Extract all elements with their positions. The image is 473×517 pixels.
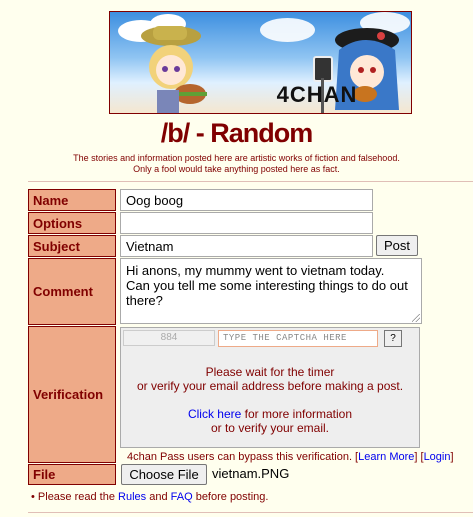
verification-label: Verification (28, 326, 116, 463)
captcha-verify-text: or to verify your email. (210, 421, 330, 435)
post-button[interactable]: Post (376, 235, 418, 256)
captcha-image: 884 (123, 330, 215, 346)
rules-link[interactable]: Rules (118, 491, 146, 503)
more-info-text: for more information (241, 407, 353, 421)
rules-and: and (146, 491, 171, 503)
rules-prefix: • Please read the (31, 491, 119, 503)
name-label: Name (28, 189, 116, 211)
comment-label: Comment (28, 258, 116, 325)
pass-end: ] (450, 451, 454, 463)
subject-label: Subject (28, 235, 116, 257)
divider (28, 181, 473, 182)
comment-line: there? (126, 293, 163, 308)
comment-line: Hi anons, my mummy went to vietnam today… (126, 263, 385, 278)
board-title: /b/ - Random (160, 118, 314, 148)
captcha-input[interactable]: TYPE THE CAPTCHA HERE (218, 330, 378, 347)
pass-text: 4chan Pass users can bypass this verific… (127, 451, 359, 463)
login-link[interactable]: Login (424, 451, 451, 463)
subject-field[interactable]: Vietnam (120, 235, 373, 257)
divider (28, 512, 473, 513)
captcha-info-text: Click here for more information (121, 407, 419, 421)
banner-logo-text: 4CHAN (276, 82, 358, 107)
board-banner[interactable]: 4CHAN (109, 11, 412, 114)
faq-link[interactable]: FAQ (171, 491, 193, 503)
learn-more-link[interactable]: Learn More (358, 451, 414, 463)
choose-file-button[interactable]: Choose File (121, 464, 207, 485)
rules-suffix: before posting. (192, 491, 269, 503)
board-subtitle: The stories and information posted here … (73, 153, 400, 163)
pass-notice: 4chan Pass users can bypass this verific… (127, 451, 454, 463)
captcha-wait-text: Please wait for the timer (205, 365, 335, 379)
pass-separator: ] [ (414, 451, 424, 463)
captcha-box: 884 TYPE THE CAPTCHA HERE ? Please wait … (120, 327, 420, 448)
file-label: File (28, 464, 116, 485)
captcha-help-button[interactable]: ? (384, 330, 402, 347)
resize-handle-icon[interactable] (412, 314, 420, 322)
comment-line: Can you tell me some interesting things … (126, 278, 408, 293)
file-name: vietnam.PNG (212, 466, 290, 481)
comment-textarea[interactable]: Hi anons, my mummy went to vietnam today… (120, 258, 422, 324)
board-subtitle: Only a fool would take anything posted h… (133, 164, 340, 174)
name-field[interactable]: Oog boog (120, 189, 373, 211)
options-field[interactable] (120, 212, 373, 234)
captcha-wait-text: or verify your email address before maki… (136, 379, 404, 393)
banner-character-left (141, 26, 207, 113)
click-here-link[interactable]: Click here (188, 407, 241, 421)
options-label: Options (28, 212, 116, 234)
banner-cloud (260, 18, 315, 42)
rules-notice: • Please read the Rules and FAQ before p… (31, 491, 268, 503)
